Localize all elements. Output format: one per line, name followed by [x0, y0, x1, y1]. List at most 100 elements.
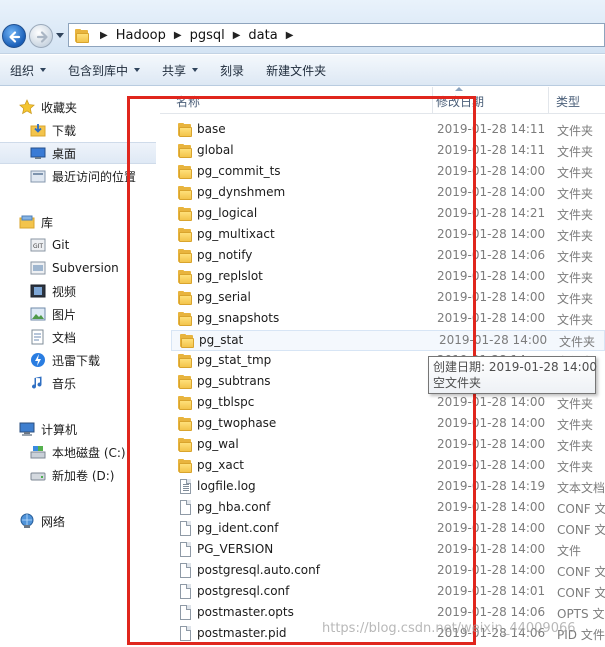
file-modified-date: 2019-01-28 14:00: [437, 185, 546, 199]
breadcrumb-separator-icon[interactable]: ▶: [286, 30, 294, 41]
file-type: CONF 文: [557, 523, 605, 537]
organize-button[interactable]: 组织: [10, 62, 47, 79]
nav-videos[interactable]: 视频: [0, 280, 160, 302]
folder-icon: [177, 395, 193, 411]
nav-subversion[interactable]: Subversion: [0, 257, 160, 279]
nav-desktop[interactable]: 桌面: [0, 142, 156, 164]
column-name-header[interactable]: 名称: [176, 93, 200, 110]
file-row[interactable]: pg_stat 2019-01-28 14:00 文件夹: [171, 330, 605, 351]
new-folder-button[interactable]: 新建文件夹: [266, 62, 326, 79]
file-row[interactable]: pg_commit_ts 2019-01-28 14:00 文件夹: [170, 162, 605, 183]
burn-button[interactable]: 刻录: [220, 62, 244, 79]
organize-label: 组织: [10, 63, 35, 78]
file-icon: [177, 605, 193, 621]
file-row[interactable]: pg_dynshmem 2019-01-28 14:00 文件夹: [170, 183, 605, 204]
file-row[interactable]: postgresql.auto.conf 2019-01-28 14:00 CONF…: [170, 561, 605, 582]
include-in-library-button[interactable]: 包含到库中: [68, 62, 141, 79]
file-row[interactable]: pg_multixact 2019-01-28 14:00 文件夹: [170, 225, 605, 246]
breadcrumb-pgsql[interactable]: pgsql: [188, 28, 227, 43]
column-divider[interactable]: [548, 87, 549, 113]
file-row[interactable]: pg_hba.conf 2019-01-28 14:00 CONF 文: [170, 498, 605, 519]
nav-new-volume-d[interactable]: 新加卷 (D:): [0, 464, 160, 486]
folder-icon: [177, 416, 193, 432]
file-modified-date: 2019-01-28 14:00: [437, 227, 546, 241]
file-row[interactable]: pg_xact 2019-01-28 14:00 文件夹: [170, 456, 605, 477]
chevron-down-icon: [40, 68, 47, 72]
share-button[interactable]: 共享: [162, 62, 199, 79]
file-icon: [177, 626, 193, 642]
file-name: pg_hba.conf: [197, 500, 271, 514]
file-row[interactable]: pg_tblspc 2019-01-28 14:00 文件夹: [170, 393, 605, 414]
folder-icon: [177, 164, 193, 180]
nav-computer[interactable]: 计算机: [0, 418, 160, 440]
nav-local-disk-c[interactable]: 本地磁盘 (C:): [0, 441, 160, 463]
nav-desktop-label: 桌面: [52, 146, 77, 161]
folder-icon: [177, 458, 193, 474]
nav-music[interactable]: 音乐: [0, 372, 160, 394]
column-modified-header[interactable]: 修改日期: [436, 93, 484, 110]
network-icon: [19, 513, 35, 529]
file-row[interactable]: pg_twophase 2019-01-28 14:00 文件夹: [170, 414, 605, 435]
address-bar-area: ▶ Hadoop ▶ pgsql ▶ data ▶: [0, 0, 605, 54]
file-row[interactable]: base 2019-01-28 14:11 文件夹: [170, 120, 605, 141]
file-modified-date: 2019-01-28 14:00: [437, 563, 546, 577]
nav-thunder-downloads[interactable]: 迅雷下载: [0, 349, 160, 371]
breadcrumb-hadoop[interactable]: Hadoop: [114, 28, 168, 43]
breadcrumb[interactable]: ▶ Hadoop ▶ pgsql ▶ data ▶: [68, 23, 605, 47]
file-row[interactable]: PG_VERSION 2019-01-28 14:00 文件: [170, 540, 605, 561]
share-label: 共享: [162, 63, 187, 78]
file-type: 文本文档: [557, 481, 605, 495]
file-modified-date: 2019-01-28 14:19: [437, 479, 546, 493]
file-type: 文件夹: [557, 166, 594, 180]
column-type-header[interactable]: 类型: [556, 93, 580, 110]
file-row[interactable]: postgresql.conf 2019-01-28 14:01 CONF 文: [170, 582, 605, 603]
document-icon: [30, 329, 46, 345]
file-row[interactable]: pg_wal 2019-01-28 14:00 文件夹: [170, 435, 605, 456]
file-row[interactable]: pg_serial 2019-01-28 14:00 文件夹: [170, 288, 605, 309]
nav-favorites[interactable]: 收藏夹: [0, 96, 160, 118]
folder-icon: [179, 333, 195, 349]
breadcrumb-data[interactable]: data: [246, 28, 279, 43]
drive-icon: [30, 467, 46, 483]
file-row[interactable]: pg_logical 2019-01-28 14:21 文件夹: [170, 204, 605, 225]
breadcrumb-separator-icon[interactable]: ▶: [174, 30, 182, 41]
file-row[interactable]: pg_snapshots 2019-01-28 14:00 文件夹: [170, 309, 605, 330]
recent-places-icon: [30, 168, 46, 184]
nav-git[interactable]: GIT Git: [0, 234, 160, 256]
file-row[interactable]: pg_notify 2019-01-28 14:06 文件夹: [170, 246, 605, 267]
nav-libraries[interactable]: 库: [0, 211, 160, 233]
nav-downloads[interactable]: 下载: [0, 119, 160, 141]
folder-icon: [177, 248, 193, 264]
column-divider[interactable]: [432, 87, 433, 113]
nav-downloads-label: 下载: [52, 123, 77, 138]
breadcrumb-separator-icon[interactable]: ▶: [233, 30, 241, 41]
breadcrumb-separator-icon[interactable]: ▶: [100, 30, 108, 41]
file-icon: [177, 500, 193, 516]
nav-pictures[interactable]: 图片: [0, 303, 160, 325]
downloads-folder-icon: [30, 122, 46, 138]
recent-pages-chevron-down-icon[interactable]: [56, 33, 64, 38]
navigation-pane: 收藏夹 下载 桌面 最近访问的位置 库 GIT Git Subversion 视…: [0, 87, 160, 647]
back-button[interactable]: [2, 24, 26, 48]
file-name: pg_dynshmem: [197, 185, 286, 199]
chevron-down-icon: [192, 68, 199, 72]
file-type: 文件夹: [557, 208, 594, 222]
file-type: 文件夹: [557, 250, 594, 264]
nav-thunder-downloads-label: 迅雷下载: [52, 353, 101, 368]
nav-recent[interactable]: 最近访问的位置: [0, 165, 160, 187]
file-row[interactable]: global 2019-01-28 14:11 文件夹: [170, 141, 605, 162]
folder-icon: [177, 311, 193, 327]
text-file-icon: [177, 479, 193, 495]
file-type: 文件夹: [559, 335, 596, 349]
file-row[interactable]: pg_replslot 2019-01-28 14:00 文件夹: [170, 267, 605, 288]
computer-icon: [19, 421, 35, 437]
nav-documents[interactable]: 文档: [0, 326, 160, 348]
nav-network[interactable]: 网络: [0, 510, 160, 532]
folder-icon: [74, 28, 90, 43]
forward-button[interactable]: [29, 24, 53, 48]
file-type: 文件夹: [557, 418, 594, 432]
file-row[interactable]: pg_ident.conf 2019-01-28 14:00 CONF 文: [170, 519, 605, 540]
file-modified-date: 2019-01-28 14:11: [437, 122, 546, 136]
burn-label: 刻录: [220, 63, 245, 78]
file-row[interactable]: logfile.log 2019-01-28 14:19 文本文档: [170, 477, 605, 498]
